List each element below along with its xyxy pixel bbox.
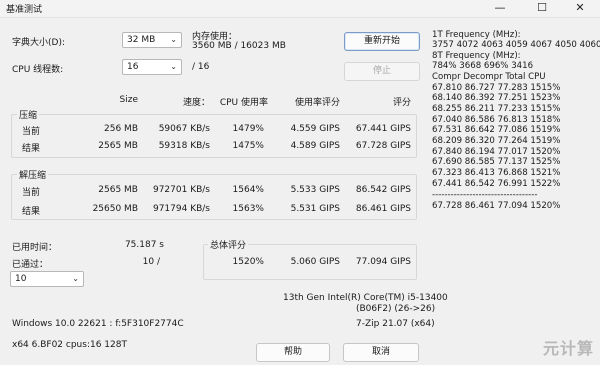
- cell-usage: 4.559 GIPS: [290, 124, 340, 134]
- passes-select-value: 10: [15, 274, 27, 284]
- cell-cpu: 1475%: [232, 141, 264, 151]
- total-cpu: 1520%: [232, 257, 264, 267]
- freq-line: 68.209 86.320 77.264 1519%: [432, 136, 561, 146]
- header-rating: 评分: [392, 98, 411, 108]
- cell-size: 2565 MB: [98, 141, 138, 151]
- cell-cpu: 1479%: [232, 124, 264, 134]
- threads-select[interactable]: 16 ⌄: [122, 59, 182, 75]
- cell-rating: 67.441 GIPS: [355, 124, 411, 134]
- elapsed-value: 75.187 s: [124, 240, 164, 250]
- threads-total: / 16: [192, 62, 210, 72]
- close-button[interactable]: ✕: [560, 0, 600, 17]
- cancel-button[interactable]: 取消: [343, 343, 419, 362]
- freq-line: 3757 4072 4063 4059 4067 4050 4060: [432, 40, 600, 50]
- row-name: 结果: [22, 207, 41, 217]
- freq-line: 784% 3668 696% 3416: [432, 61, 534, 71]
- cpu-name: 13th Gen Intel(R) Core(TM) i5-13400: [283, 293, 448, 303]
- freq-line: 68.140 86.392 77.251 1523%: [432, 93, 561, 103]
- version-info: 7-Zip 21.07 (x64): [356, 319, 435, 329]
- cell-cpu: 1564%: [232, 185, 264, 195]
- freq-line: 67.690 86.585 77.137 1525%: [432, 157, 561, 167]
- chevron-down-icon: ⌄: [170, 35, 177, 44]
- passes-select[interactable]: 10 ⌄: [10, 271, 84, 287]
- cell-cpu: 1563%: [232, 204, 264, 214]
- title-bar: 基准测试 — ☐ ✕: [0, 0, 600, 18]
- header-size: Size: [119, 95, 138, 105]
- cell-size: 256 MB: [104, 124, 138, 134]
- cell-speed: 971794 KB/s: [152, 204, 210, 214]
- chevron-down-icon: ⌄: [72, 274, 79, 283]
- dict-size-select[interactable]: 32 MB ⌄: [122, 32, 182, 48]
- minimize-button[interactable]: —: [480, 0, 520, 17]
- dict-size-value: 32 MB: [127, 35, 156, 45]
- freq-line: 67.531 86.642 77.086 1519%: [432, 125, 561, 135]
- freq-line: 68.255 86.211 77.233 1515%: [432, 104, 561, 114]
- stop-button[interactable]: 停止: [344, 62, 420, 81]
- freq-line: 67.728 86.461 77.094 1520%: [432, 201, 561, 211]
- cell-usage: 5.533 GIPS: [290, 185, 340, 195]
- dict-size-label: 字典大小(D):: [12, 38, 65, 48]
- freq-line: Compr Decompr Total CPU: [432, 72, 546, 82]
- total-usage: 5.060 GIPS: [290, 257, 340, 267]
- cell-speed: 59318 KB/s: [158, 141, 210, 151]
- cell-rating: 86.542 GIPS: [355, 185, 411, 195]
- threads-label: CPU 线程数:: [12, 65, 64, 75]
- compress-group: [11, 114, 417, 158]
- help-button[interactable]: 帮助: [256, 343, 330, 362]
- freq-line: ----------------------------------: [432, 190, 538, 200]
- os-info: Windows 10.0 22621 : f:5F310F2774C: [12, 319, 184, 329]
- elapsed-label: 已用时间：: [12, 243, 58, 253]
- decompress-label: 解压缩: [17, 168, 49, 181]
- freq-line: 67.323 86.413 76.868 1521%: [432, 168, 561, 178]
- arch-info: x64 6.BF02 cpus:16 128T: [12, 340, 127, 350]
- compress-label: 压缩: [17, 108, 40, 121]
- memory-value: 3560 MB / 16023 MB: [192, 41, 286, 51]
- threads-value: 16: [127, 62, 139, 72]
- cell-usage: 4.589 GIPS: [290, 141, 340, 151]
- window-title: 基准测试: [6, 5, 43, 15]
- total-label: 总体评分: [208, 238, 249, 251]
- cell-rating: 67.728 GIPS: [355, 141, 411, 151]
- cell-size: 2565 MB: [98, 185, 138, 195]
- row-name: 当前: [22, 188, 41, 198]
- watermark-logo: 元计算: [542, 339, 594, 358]
- passes-label: 已通过：: [12, 260, 49, 270]
- chevron-down-icon: ⌄: [170, 62, 177, 71]
- header-cpu: CPU 使用率: [219, 98, 268, 108]
- cell-speed: 972701 KB/s: [152, 185, 210, 195]
- maximize-button[interactable]: ☐: [522, 0, 562, 17]
- cell-speed: 59067 KB/s: [158, 124, 210, 134]
- passes-value: 10 /: [142, 257, 160, 267]
- freq-line: 67.441 86.542 76.991 1522%: [432, 179, 561, 189]
- row-name: 结果: [22, 144, 41, 154]
- cpu-id: (B06F2) (26->26): [356, 304, 436, 314]
- row-name: 当前: [22, 127, 41, 137]
- cell-rating: 86.461 GIPS: [355, 204, 411, 214]
- header-usage: 使用率评分: [294, 98, 340, 108]
- cell-usage: 5.531 GIPS: [290, 204, 340, 214]
- cell-size: 25650 MB: [92, 204, 138, 214]
- total-rating: 77.094 GIPS: [355, 257, 411, 267]
- restart-button[interactable]: 重新开始: [344, 32, 420, 51]
- header-speed: 速度：: [182, 98, 210, 108]
